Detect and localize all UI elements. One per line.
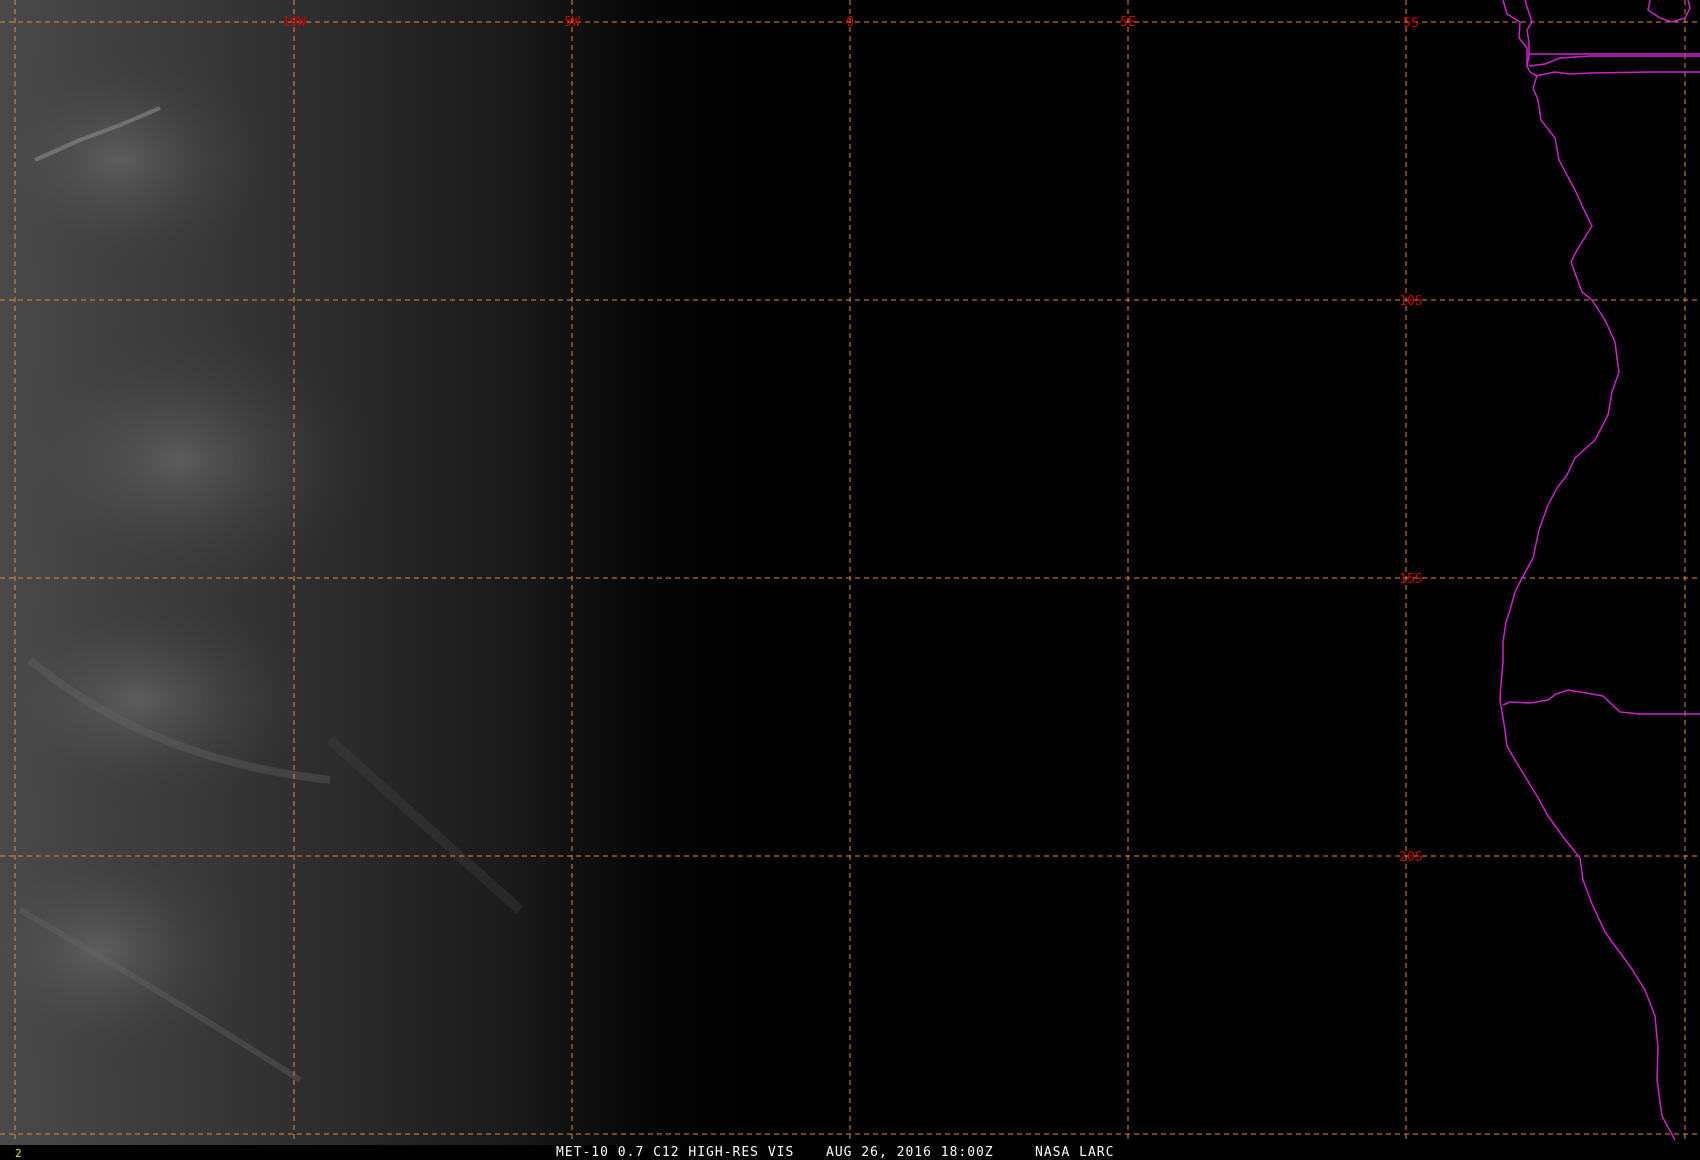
- source-label: NASA LARC: [1035, 1145, 1115, 1160]
- satellite-map: 10W 5W 0 5E 5S 10S 15S 20S: [0, 0, 1700, 1160]
- longitude-label: 5E: [1120, 15, 1136, 30]
- latitude-label: 20S: [1399, 850, 1422, 865]
- longitude-label: 0: [846, 15, 854, 30]
- latitude-label: 10S: [1399, 294, 1422, 309]
- longitude-label: 5W: [564, 15, 580, 30]
- frame-number: 2: [15, 1147, 22, 1160]
- datetime-label: AUG 26, 2016 18:00Z: [826, 1145, 994, 1160]
- latitude-label: 15S: [1399, 572, 1422, 587]
- latitude-label: 5S: [1403, 16, 1419, 31]
- product-label: MET-10 0.7 C12 HIGH-RES VIS: [556, 1145, 795, 1160]
- longitude-label: 10W: [282, 15, 306, 30]
- satellite-image-view: 10W 5W 0 5E 5S 10S 15S 20S 2 MET-10 0.7 C12 HIG…: [0, 0, 1700, 1160]
